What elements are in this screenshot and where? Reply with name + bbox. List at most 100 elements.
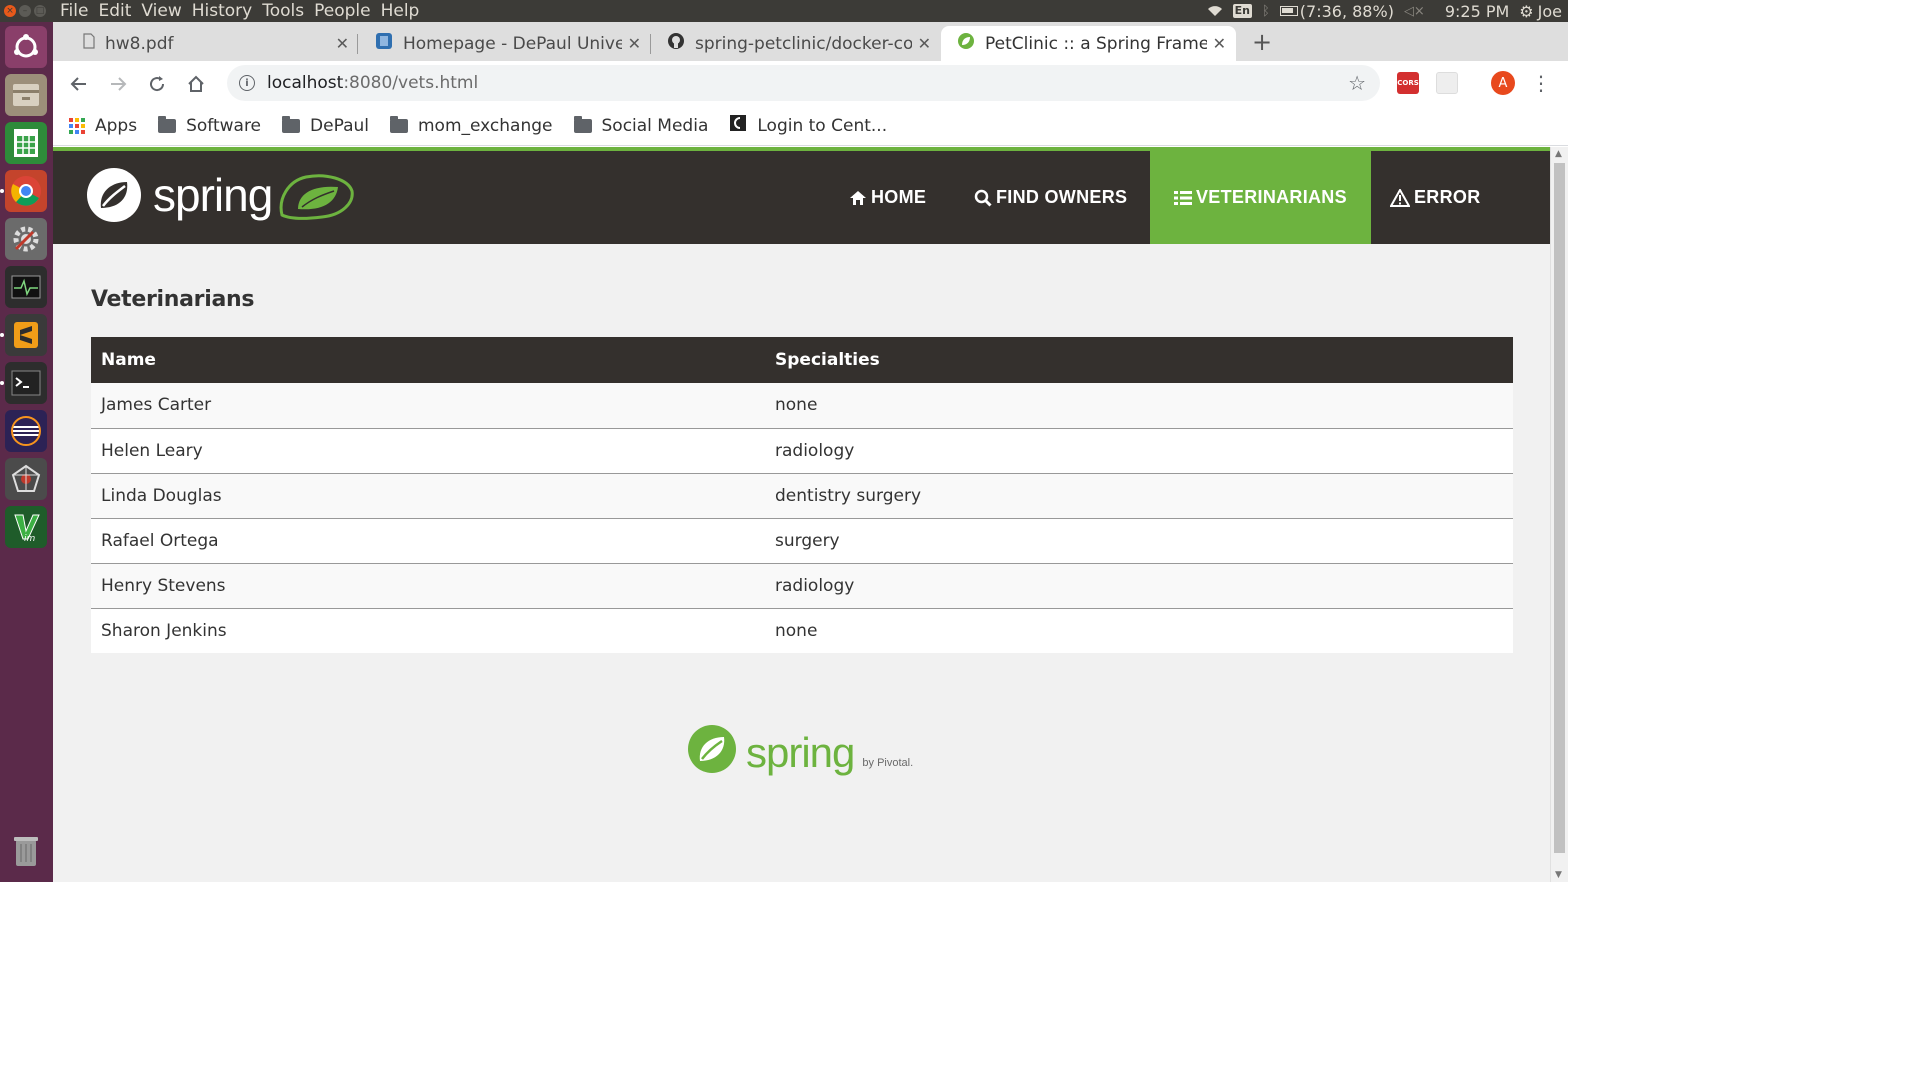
- spring-logo[interactable]: spring: [85, 165, 356, 225]
- reload-icon[interactable]: [145, 72, 169, 96]
- veterinarians-table: Name Specialties James Carter none Helen…: [91, 337, 1513, 653]
- cors-extension-icon[interactable]: CORS: [1397, 72, 1419, 94]
- battery-icon: [1279, 6, 1298, 16]
- new-tab-button[interactable]: +: [1252, 28, 1272, 56]
- system-monitor-icon[interactable]: [5, 266, 47, 308]
- nav-home[interactable]: HOME: [825, 151, 950, 244]
- vertical-scrollbar[interactable]: ▲ ▼: [1550, 147, 1568, 882]
- vim-icon[interactable]: im: [5, 506, 47, 548]
- tab-github[interactable]: spring-petclinic/docker-compose ✕: [651, 26, 941, 61]
- vet-name: James Carter: [91, 383, 765, 429]
- address-bar[interactable]: i localhost:8080/vets.html ☆: [227, 65, 1380, 101]
- site-info-icon[interactable]: i: [239, 75, 255, 91]
- spring-logo-text: spring: [153, 169, 273, 221]
- nav-veterinarians[interactable]: VETERINARIANS: [1150, 151, 1371, 244]
- close-tab-icon[interactable]: ✕: [628, 34, 641, 53]
- menu-people[interactable]: People: [314, 0, 370, 22]
- nav-label: HOME: [871, 187, 927, 207]
- bookmark-apps[interactable]: Apps: [69, 116, 137, 136]
- tab-title: spring-petclinic/docker-compose: [695, 33, 912, 54]
- spring-footer-icon: [688, 725, 736, 773]
- forward-arrow-icon[interactable]: [106, 72, 130, 96]
- table-header-row: Name Specialties: [91, 337, 1513, 383]
- menu-tools[interactable]: Tools: [262, 0, 304, 22]
- folder-icon: [573, 115, 592, 133]
- document-icon: [83, 33, 95, 54]
- user-menu[interactable]: ⚙ Joe: [1519, 2, 1562, 21]
- close-tab-icon[interactable]: ✕: [1213, 34, 1226, 53]
- close-tab-icon[interactable]: ✕: [336, 34, 349, 53]
- column-header-name[interactable]: Name: [91, 337, 765, 383]
- window-controls: × – □: [4, 5, 56, 17]
- column-header-specialties[interactable]: Specialties: [765, 337, 1513, 383]
- petclinic-navbar: spring HOME FIND OWNERS VETERINARIANS ER…: [53, 147, 1550, 244]
- url-text[interactable]: localhost:8080/vets.html: [267, 73, 478, 93]
- window-close-button[interactable]: ×: [4, 5, 16, 17]
- menu-history[interactable]: History: [192, 0, 252, 22]
- nav-find-owners[interactable]: FIND OWNERS: [950, 151, 1151, 244]
- nav-error[interactable]: ERROR: [1366, 151, 1505, 244]
- page-title: Veterinarians: [91, 287, 255, 312]
- table-row: James Carter none: [91, 383, 1513, 429]
- battery-text: (7:36, 88%): [1299, 1, 1394, 21]
- main-content: Veterinarians Name Specialties James Car…: [91, 287, 1513, 653]
- bookmark-label: Software: [186, 115, 262, 136]
- bookmark-folder-social-media[interactable]: Social Media: [573, 115, 708, 136]
- window-maximize-button[interactable]: □: [34, 5, 46, 17]
- input-language-indicator[interactable]: En: [1232, 4, 1252, 18]
- menu-file[interactable]: File: [60, 0, 88, 22]
- menu-view[interactable]: View: [141, 0, 181, 22]
- files-icon[interactable]: [5, 74, 47, 116]
- battery-indicator[interactable]: (7:36, 88%): [1279, 1, 1394, 21]
- tab-depaul[interactable]: Homepage - DePaul University ✕: [359, 26, 651, 61]
- terminal-icon[interactable]: [5, 362, 47, 404]
- footer-spring-logo: spring by Pivotal.: [686, 723, 913, 775]
- bookmark-folder-mom-exchange[interactable]: mom_exchange: [389, 115, 553, 136]
- page-viewport: spring HOME FIND OWNERS VETERINARIANS ER…: [53, 147, 1550, 882]
- wifi-icon[interactable]: [1207, 5, 1223, 17]
- tab-title: PetClinic :: a Spring Framework: [985, 33, 1207, 54]
- volume-muted-icon[interactable]: ◁×: [1404, 4, 1425, 19]
- extension-icon[interactable]: [1436, 72, 1458, 94]
- system-tray: En ᛒ (7:36, 88%) ◁× 9:25 PM ⚙ Joe: [1207, 2, 1568, 21]
- warning-icon: [1390, 188, 1410, 207]
- network-tool-icon[interactable]: [5, 458, 47, 500]
- menu-help[interactable]: Help: [381, 0, 420, 22]
- bookmark-folder-depaul[interactable]: DePaul: [282, 115, 369, 136]
- home-button-icon[interactable]: [184, 72, 208, 96]
- bookmark-star-icon[interactable]: ☆: [1348, 71, 1366, 95]
- vet-name: Henry Stevens: [91, 563, 765, 609]
- ubuntu-dash-icon[interactable]: [5, 26, 47, 68]
- back-arrow-icon[interactable]: [67, 72, 91, 96]
- scroll-up-arrow-icon[interactable]: ▲: [1555, 149, 1562, 159]
- bluetooth-icon[interactable]: ᛒ: [1262, 4, 1270, 19]
- bookmark-folder-software[interactable]: Software: [158, 115, 262, 136]
- tab-petclinic[interactable]: PetClinic :: a Spring Framework ✕: [941, 26, 1236, 61]
- trash-icon[interactable]: [5, 830, 47, 872]
- vet-specialties: radiology: [765, 428, 1513, 474]
- sublime-text-icon[interactable]: [5, 314, 47, 356]
- window-minimize-button[interactable]: –: [19, 5, 31, 17]
- footer-by-text: by Pivotal.: [862, 757, 914, 769]
- vet-name: Linda Douglas: [91, 473, 765, 519]
- browser-menu-icon[interactable]: ⋮: [1529, 71, 1553, 95]
- github-icon: [667, 32, 685, 55]
- close-tab-icon[interactable]: ✕: [918, 34, 931, 53]
- menu-edit[interactable]: Edit: [98, 0, 131, 22]
- eclipse-icon[interactable]: [5, 410, 47, 452]
- vet-specialties: none: [765, 608, 1513, 653]
- home-icon: [850, 190, 866, 205]
- table-row: Henry Stevens radiology: [91, 563, 1513, 609]
- profile-avatar[interactable]: A: [1491, 71, 1515, 95]
- scroll-down-arrow-icon[interactable]: ▼: [1555, 870, 1562, 880]
- settings-icon[interactable]: [5, 218, 47, 260]
- spreadsheet-icon[interactable]: [5, 122, 47, 164]
- scrollbar-thumb[interactable]: [1554, 163, 1565, 853]
- tab-hw8[interactable]: hw8.pdf ✕: [67, 26, 359, 61]
- running-indicator: [0, 333, 4, 337]
- clock[interactable]: 9:25 PM: [1445, 2, 1509, 21]
- folder-icon: [389, 115, 408, 133]
- chrome-icon[interactable]: [5, 170, 47, 212]
- bookmark-login-cent[interactable]: Login to Cent...: [729, 114, 887, 137]
- vet-specialties: surgery: [765, 518, 1513, 564]
